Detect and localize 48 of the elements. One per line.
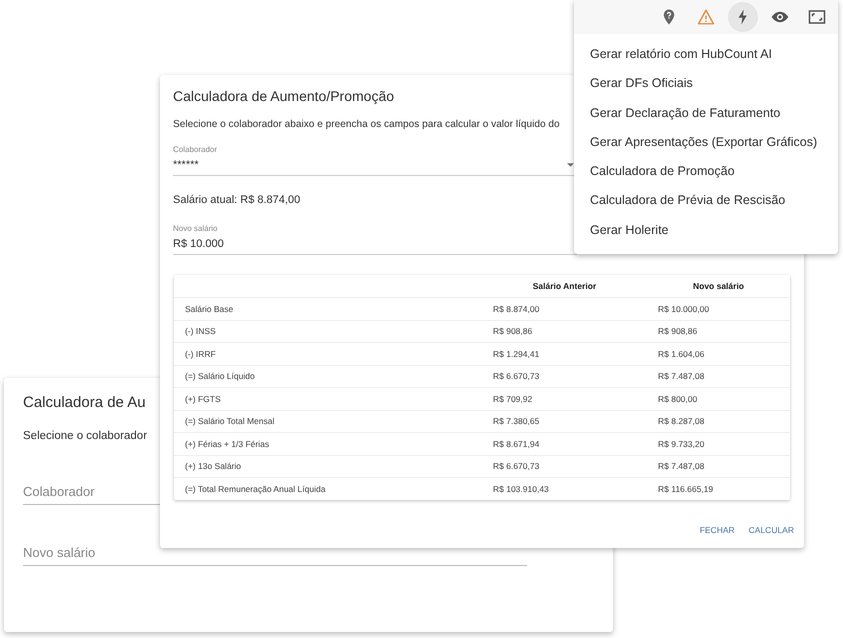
table-cell-text: R$ 908,86 [492, 326, 534, 336]
caret-icon [567, 162, 574, 166]
fullscreen-icon [808, 8, 826, 26]
dialog-title: Calculadora de Au [23, 394, 146, 411]
dialog-description: Selecione o colaborador [23, 430, 148, 442]
table-cell-text: R$ 800,00 [657, 394, 698, 404]
menu-item[interactable]: Calculadora de Prévia de Rescisão [574, 186, 838, 216]
table-cell-text: R$ 7.380,65 [492, 416, 540, 426]
current-salary: Salário atual: R$ 8.874,00 [173, 194, 300, 206]
table-cell-text: (+) Férias + 1/3 Férias [184, 438, 270, 449]
column-header: Novo salário [692, 281, 746, 291]
input-field[interactable]: Colaborador [23, 484, 163, 505]
table-cell-text: (=) Salário Líquido [184, 371, 256, 382]
menu-item[interactable]: Gerar relatório com HubCount AI [574, 40, 838, 70]
table-cell-text: (+) FGTS [184, 394, 222, 404]
menu-item[interactable]: Calculadora de Promoção [574, 157, 838, 186]
table-cell-text: R$ 8.287,08 [657, 416, 706, 426]
table-cell-text: R$ 7.487,08 [657, 371, 706, 382]
dialog-title: Calculadora de Aumento/Promoção [173, 88, 394, 104]
column-header: Salário Anterior [532, 281, 598, 291]
table-cell-text: R$ 709,92 [492, 394, 534, 404]
text-button[interactable]: CALCULAR [744, 520, 799, 538]
table-cell-text: R$ 1.604,06 [657, 348, 706, 359]
table-cell-text: R$ 7.487,08 [657, 461, 706, 472]
table-cell-text: R$ 6.670,73 [492, 461, 540, 472]
menu-item[interactable]: Gerar DFs Oficiais [574, 69, 838, 99]
table-cell-text: R$ 103.910,43 [492, 484, 550, 494]
table-cell-text: R$ 908,86 [657, 326, 698, 336]
table-cell-text: (+) 13o Salário [184, 461, 242, 472]
lightning-button[interactable] [728, 2, 758, 32]
table-cell-text: R$ 10.000,00 [657, 304, 710, 314]
table-cell-text: Salário Base [184, 304, 234, 314]
menu-item[interactable]: Gerar Apresentações (Exportar Gráficos) [574, 128, 838, 158]
table-cell-text: R$ 8.874,00 [492, 304, 540, 314]
table-cell-text: R$ 116.665,19 [657, 484, 714, 494]
dialog-description: Selecione o colaborador abaixo e preencha os campos para calcular o valor líquido do [173, 119, 560, 130]
menu-item[interactable]: Gerar Holerite [574, 216, 838, 246]
table-cell-text: R$ 8.671,94 [492, 438, 540, 449]
warning-icon [697, 8, 715, 26]
table-cell-text: R$ 9.733,20 [657, 438, 706, 449]
table-cell-text: R$ 1.294,41 [492, 348, 540, 359]
text-button[interactable]: FECHAR [694, 520, 740, 538]
table-cell-text: (-) INSS [184, 326, 217, 336]
table-cell-text: (=) Salário Total Mensal [184, 416, 276, 426]
table-cell-text: R$ 6.670,73 [492, 371, 540, 382]
table-cell-text: (=) Total Remuneração Anual Líquida [184, 484, 326, 494]
menu-item[interactable]: Gerar Declaração de Faturamento [574, 98, 838, 128]
table-cell-text: (-) IRRF [184, 348, 217, 359]
